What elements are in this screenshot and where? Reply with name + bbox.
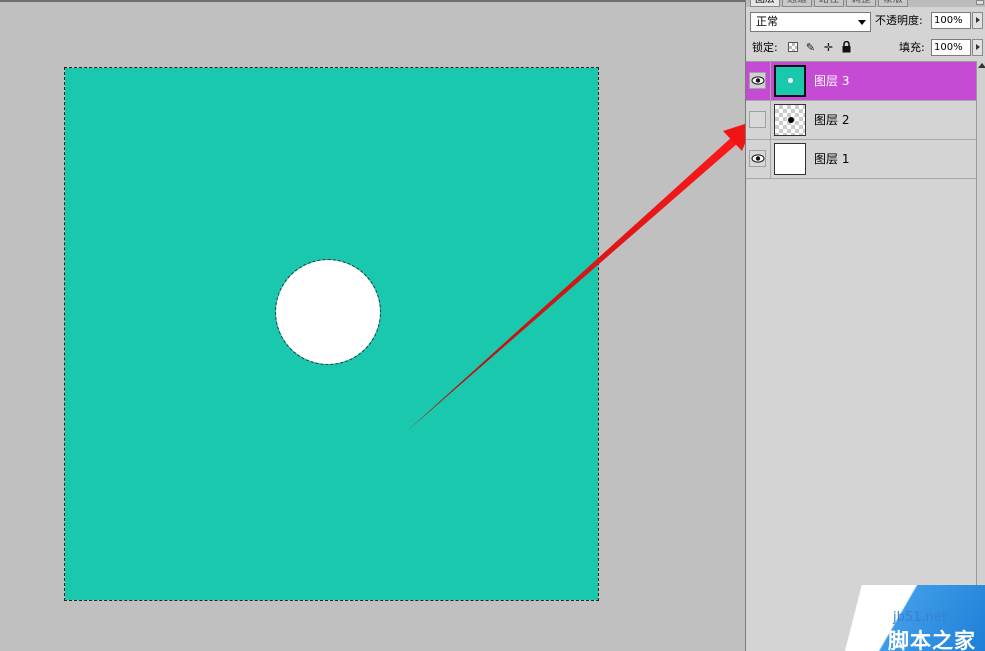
tab-channels[interactable]: 通道: [782, 0, 812, 7]
lock-transparency-icon[interactable]: [788, 42, 798, 52]
opacity-slider-button[interactable]: [972, 12, 983, 29]
tab-layers[interactable]: 图层: [750, 0, 780, 7]
lock-icon[interactable]: [840, 40, 853, 54]
layers-scrollbar[interactable]: [976, 61, 985, 651]
document-canvas[interactable]: [64, 67, 599, 601]
panel-tabs: 图层 通道 路径 调整 蒙版: [746, 0, 985, 7]
thumbnail-dot: [788, 117, 794, 123]
layer-thumbnail: [774, 104, 806, 136]
blend-mode-value: 正常: [756, 15, 778, 28]
layer-divider: [770, 140, 771, 179]
thumbnail-dot: [788, 78, 793, 83]
layer-row-2[interactable]: 图层 2: [746, 101, 976, 140]
layer-name[interactable]: 图层 2: [814, 113, 849, 127]
watermark-name: 脚本之家: [888, 629, 976, 651]
layers-panel: 图层 通道 路径 调整 蒙版 正常 不透明度: 100% 锁定: ✎ ✛ 填充:…: [745, 0, 985, 651]
watermark-site: jb51.net: [893, 610, 947, 625]
fill-input[interactable]: 100%: [931, 39, 971, 56]
layer-name[interactable]: 图层 3: [814, 74, 849, 88]
blend-row: 正常 不透明度: 100%: [746, 9, 985, 35]
blend-mode-select[interactable]: 正常: [750, 12, 871, 32]
eye-icon[interactable]: [749, 72, 766, 89]
opacity-input[interactable]: 100%: [931, 12, 971, 29]
lock-label: 锁定:: [752, 41, 778, 54]
layer-thumbnail: [774, 143, 806, 175]
move-icon[interactable]: ✛: [822, 41, 835, 54]
layer-divider: [770, 101, 771, 140]
layer-list: 图层 3 图层 2 图层 1: [746, 61, 976, 651]
tab-paths[interactable]: 路径: [814, 0, 844, 7]
panel-menu-button[interactable]: [976, 0, 984, 5]
tab-adjustments[interactable]: 调整: [846, 0, 876, 7]
fill-label: 填充:: [899, 41, 925, 54]
eye-hidden-box[interactable]: [749, 111, 766, 128]
lock-row: 锁定: ✎ ✛ 填充: 100%: [746, 37, 985, 59]
canvas-area[interactable]: [0, 0, 745, 651]
chevron-down-icon: [858, 20, 866, 25]
layer-thumbnail: [774, 65, 806, 97]
fill-slider-button[interactable]: [972, 39, 983, 56]
layer-row-3[interactable]: 图层 3: [746, 62, 976, 101]
tab-masks[interactable]: 蒙版: [878, 0, 908, 7]
layer-divider: [770, 62, 771, 101]
eye-icon[interactable]: [749, 150, 766, 167]
scroll-up-icon[interactable]: [978, 63, 985, 68]
white-circle-selection[interactable]: [275, 259, 381, 365]
opacity-label: 不透明度:: [875, 14, 923, 27]
brush-icon[interactable]: ✎: [804, 41, 817, 54]
layer-row-1[interactable]: 图层 1: [746, 140, 976, 179]
layer-name[interactable]: 图层 1: [814, 152, 849, 166]
